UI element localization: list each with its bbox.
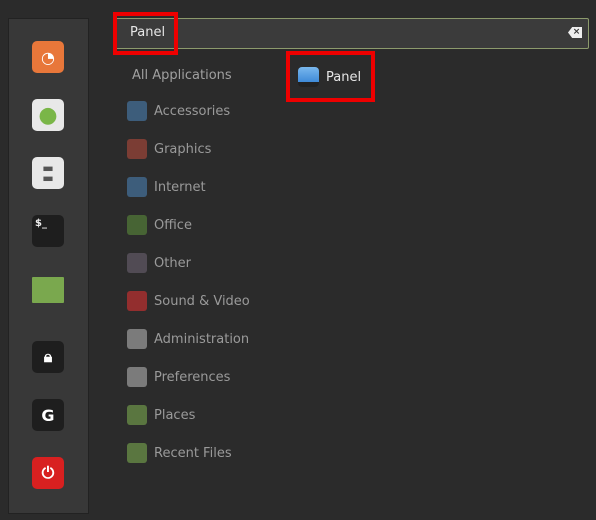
category-label: Accessories bbox=[154, 103, 231, 119]
accessories-icon bbox=[127, 101, 147, 121]
category-all-applications[interactable]: All Applications bbox=[132, 68, 232, 83]
category-preferences[interactable]: Preferences bbox=[127, 366, 230, 388]
administration-icon bbox=[127, 329, 147, 349]
preferences-icon bbox=[127, 367, 147, 387]
other-icon bbox=[127, 253, 147, 273]
settings-icon[interactable]: ▬ ▬ bbox=[32, 157, 64, 189]
category-label: Office bbox=[154, 217, 192, 233]
software-manager-icon[interactable]: ● bbox=[32, 99, 64, 131]
category-places[interactable]: Places bbox=[127, 404, 195, 426]
internet-icon bbox=[127, 177, 147, 197]
highlight-box-result bbox=[286, 51, 375, 102]
category-label: Recent Files bbox=[154, 445, 232, 461]
category-label: Graphics bbox=[154, 141, 212, 157]
category-label: Preferences bbox=[154, 369, 231, 385]
category-label: Places bbox=[154, 407, 196, 423]
places-icon bbox=[127, 405, 147, 425]
category-graphics[interactable]: Graphics bbox=[127, 138, 211, 160]
terminal-icon[interactable]: $_ bbox=[32, 215, 64, 247]
category-label: Internet bbox=[154, 179, 206, 195]
category-other[interactable]: Other bbox=[127, 252, 191, 274]
sound-video-icon bbox=[127, 291, 147, 311]
search-input[interactable]: Panel × bbox=[114, 18, 589, 49]
office-icon bbox=[127, 215, 147, 235]
category-office[interactable]: Office bbox=[127, 214, 192, 236]
clear-search-icon[interactable]: × bbox=[568, 27, 582, 38]
category-label: Other bbox=[154, 255, 191, 271]
power-icon[interactable]: ⏻ bbox=[32, 457, 64, 489]
favorites-sidebar: ◔ ● ▬ ▬ $_ 🔒︎ G ⏻ bbox=[8, 18, 89, 514]
lock-icon[interactable]: 🔒︎ bbox=[32, 341, 64, 373]
category-administration[interactable]: Administration bbox=[127, 328, 249, 350]
recent-files-icon bbox=[127, 443, 147, 463]
category-sound-video[interactable]: Sound & Video bbox=[127, 290, 250, 312]
category-recent-files[interactable]: Recent Files bbox=[127, 442, 232, 464]
firefox-icon[interactable]: ◔ bbox=[32, 41, 64, 73]
highlight-box-search bbox=[113, 12, 178, 55]
logout-icon[interactable]: G bbox=[32, 399, 64, 431]
category-accessories[interactable]: Accessories bbox=[127, 100, 230, 122]
folder-icon[interactable] bbox=[32, 277, 64, 303]
category-internet[interactable]: Internet bbox=[127, 176, 206, 198]
category-label: Administration bbox=[154, 331, 250, 347]
category-label: Sound & Video bbox=[154, 293, 250, 309]
graphics-icon bbox=[127, 139, 147, 159]
